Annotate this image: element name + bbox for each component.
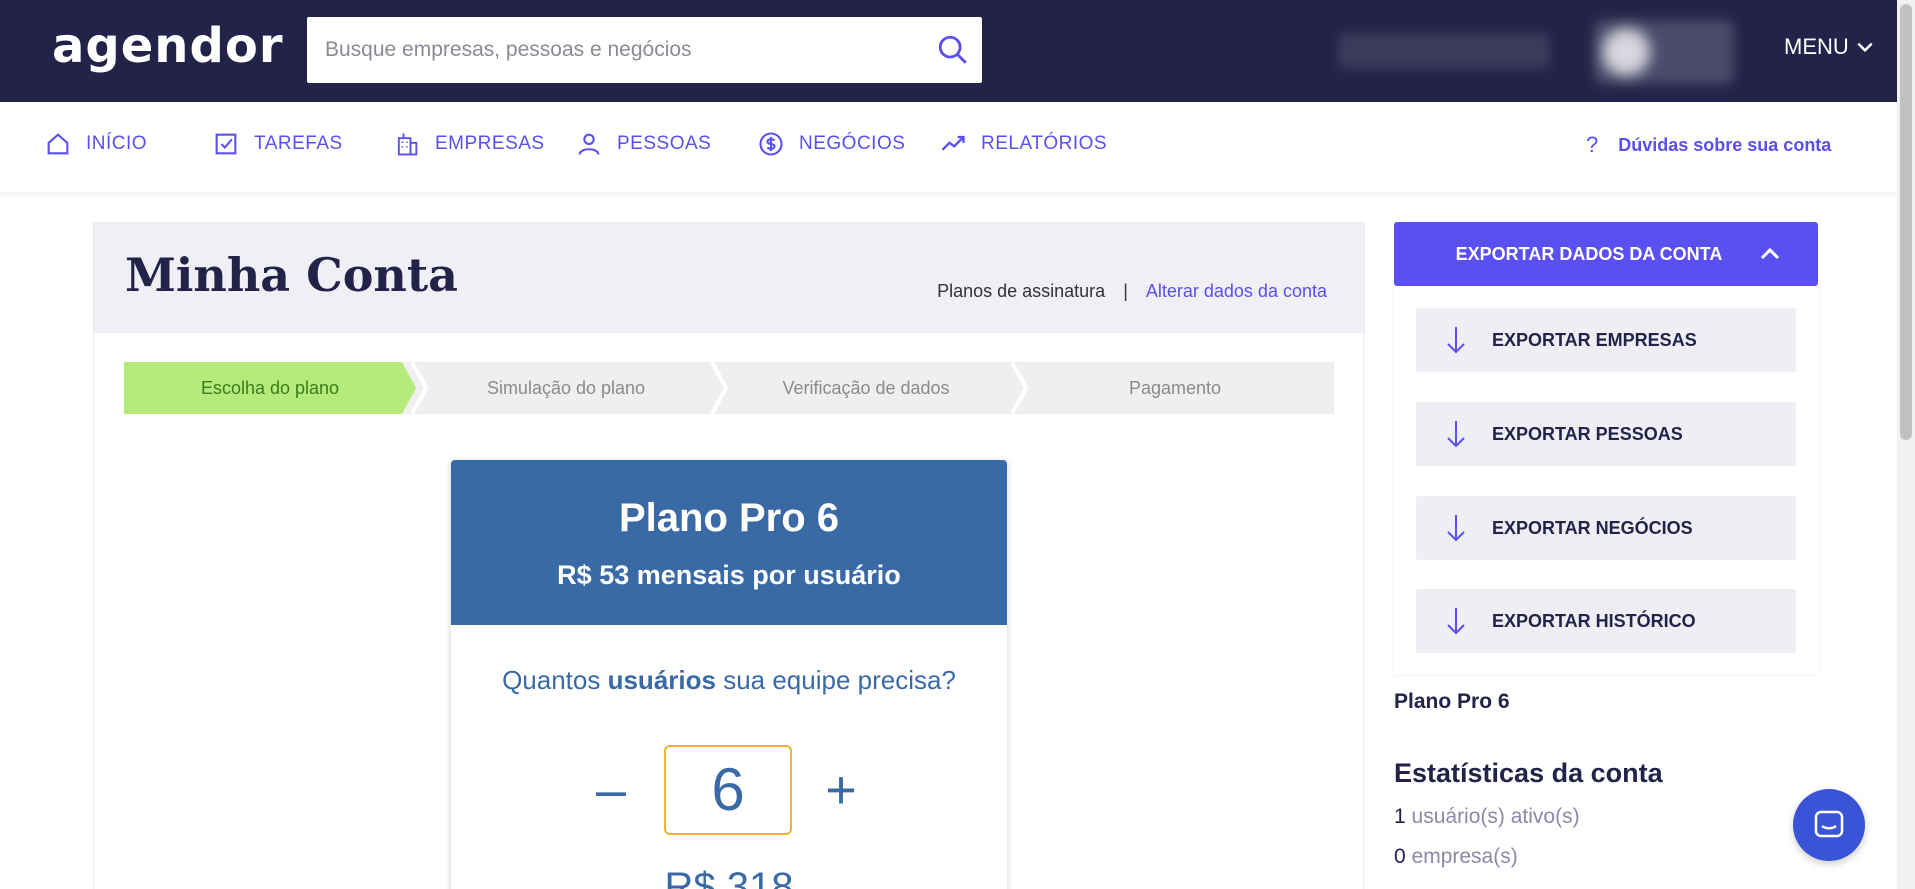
agendor-logo[interactable]: agendor: [52, 18, 283, 74]
users-question: Quantos usuários sua equipe precisa?: [502, 665, 956, 695]
export-panel: EXPORTAR DADOS DA CONTA EXPORTAR EMPRESA…: [1394, 222, 1818, 674]
stat-companies: 0 empresa(s): [1394, 845, 1518, 869]
export-button-label: EXPORTAR NEGÓCIOS: [1492, 517, 1693, 538]
help-link[interactable]: ? Dúvidas sobre sua conta: [1586, 132, 1831, 158]
step-simulacao-do-plano: Simulação do plano: [486, 377, 646, 398]
plan-card: Plano Pro 6 R$ 53 mensais por usuário Qu…: [451, 460, 1007, 889]
dollar-icon: [759, 132, 783, 156]
nav-item-label: TAREFAS: [254, 133, 343, 154]
export-button-label: EXPORTAR EMPRESAS: [1492, 329, 1697, 350]
step-separator: [1010, 362, 1029, 414]
building-icon: [397, 133, 418, 156]
nav-item-tarefas[interactable]: TAREFAS: [212, 130, 343, 158]
search-box[interactable]: [307, 17, 982, 83]
step-pagamento: Pagamento: [1128, 377, 1222, 398]
plan-total: R$ 318: [664, 865, 794, 889]
stat-label[interactable]: empresa(s): [1412, 845, 1518, 868]
step-separator: [410, 362, 429, 414]
chevron-down-icon: [1857, 42, 1873, 53]
stat-active-users: 1 usuário(s) ativo(s): [1394, 805, 1580, 829]
nav-item-label: RELATÓRIOS: [981, 133, 1108, 154]
export-empresas-button[interactable]: EXPORTAR EMPRESAS: [1416, 308, 1796, 372]
export-historico-button[interactable]: EXPORTAR HISTÓRICO: [1416, 589, 1796, 653]
home-icon: [47, 133, 69, 155]
nav-item-negocios[interactable]: NEGÓCIOS: [757, 130, 905, 158]
nav-item-label: INÍCIO: [86, 133, 148, 154]
export-pessoas-button[interactable]: EXPORTAR PESSOAS: [1416, 402, 1796, 466]
link-separator: |: [1123, 281, 1128, 301]
nav-item-label: EMPRESAS: [435, 133, 545, 154]
trend-icon: [941, 135, 965, 151]
question-icon: ?: [1586, 132, 1599, 157]
plan-title: Plano Pro 6: [618, 496, 840, 540]
nav-item-label: NEGÓCIOS: [799, 133, 906, 154]
export-negocios-button[interactable]: EXPORTAR NEGÓCIOS: [1416, 496, 1796, 560]
account-panel: Minha Conta Planos de assinatura | Alter…: [93, 222, 1365, 889]
edit-account-link[interactable]: Alterar dados da conta: [1146, 281, 1327, 302]
chat-icon: [1814, 810, 1844, 838]
nav-item-label: PESSOAS: [617, 133, 712, 154]
checkbox-icon: [215, 133, 237, 155]
top-bar: agendor MENU: [0, 0, 1897, 102]
plans-link[interactable]: Planos de assinatura: [937, 281, 1105, 302]
users-stepper: – 6 +: [451, 745, 1007, 835]
page-scrollbar[interactable]: [1897, 0, 1915, 889]
export-title: EXPORTAR DADOS DA CONTA: [1455, 244, 1723, 264]
person-icon: [578, 133, 600, 155]
stat-count: 1: [1394, 805, 1406, 828]
decrement-button[interactable]: –: [591, 745, 631, 835]
arrow-down-icon: [1447, 515, 1465, 542]
step-escolha-do-plano[interactable]: Escolha do plano: [124, 362, 416, 414]
arrow-down-icon: [1447, 608, 1465, 635]
nav-item-inicio[interactable]: INÍCIO: [44, 130, 147, 158]
help-label: Dúvidas sobre sua conta: [1618, 134, 1832, 155]
export-button-label: EXPORTAR PESSOAS: [1492, 423, 1683, 444]
progress-steps: Escolha do plano Simulação do plano Veri…: [124, 362, 1334, 414]
plan-card-header: Plano Pro 6 R$ 53 mensais por usuário: [451, 460, 1007, 625]
increment-button[interactable]: +: [816, 745, 866, 835]
arrow-down-icon: [1447, 327, 1465, 354]
chevron-up-icon: [1760, 247, 1780, 260]
nav-item-relatorios[interactable]: RELATÓRIOS: [939, 130, 1107, 158]
stats-title: Estatísticas da conta: [1394, 758, 1663, 788]
nav-item-pessoas[interactable]: PESSOAS: [575, 130, 711, 158]
account-links: Planos de assinatura | Alterar dados da …: [937, 281, 1327, 302]
user-avatar-blurred[interactable]: [1594, 20, 1734, 84]
menu-label: MENU: [1784, 34, 1849, 59]
step-verificacao-de-dados: Verificação de dados: [782, 377, 950, 398]
account-name-blurred: [1338, 33, 1550, 69]
plan-price: R$ 53 mensais por usuário: [557, 560, 901, 590]
export-toggle-button[interactable]: EXPORTAR DADOS DA CONTA: [1394, 222, 1818, 286]
current-plan-name: Plano Pro 6: [1394, 690, 1510, 713]
search-input[interactable]: [325, 17, 915, 83]
page-title: Minha Conta: [125, 248, 458, 302]
stat-label[interactable]: usuário(s) ativo(s): [1412, 805, 1580, 828]
stat-count: 0: [1394, 845, 1406, 868]
arrow-down-icon: [1447, 421, 1465, 448]
step-separator: [710, 362, 729, 414]
nav-item-empresas[interactable]: EMPRESAS: [393, 130, 545, 158]
search-icon[interactable]: [936, 33, 970, 67]
users-quantity-input[interactable]: 6: [664, 745, 792, 835]
scrollbar-thumb[interactable]: [1900, 4, 1912, 440]
export-button-label: EXPORTAR HISTÓRICO: [1492, 610, 1696, 631]
main-nav: INÍCIO TAREFAS EMPRESAS PESSOAS NEGÓCIOS…: [0, 102, 1897, 192]
chat-launcher-button[interactable]: [1793, 789, 1865, 861]
account-header: Minha Conta Planos de assinatura | Alter…: [94, 222, 1365, 333]
menu-button[interactable]: MENU: [1784, 34, 1875, 60]
